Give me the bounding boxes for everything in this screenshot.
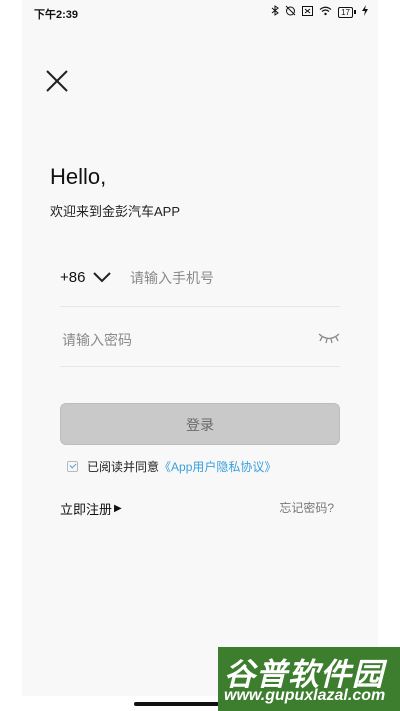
chevron-down-icon bbox=[93, 272, 111, 283]
charging-icon bbox=[362, 5, 368, 19]
greeting-title: Hello, bbox=[50, 164, 107, 189]
register-label: 立即注册 bbox=[60, 502, 113, 517]
login-button[interactable]: 登录 bbox=[60, 403, 340, 445]
privacy-agreement-link[interactable]: 《App用户隐私协议》 bbox=[159, 458, 276, 475]
login-screen: 下午2:39 17 Hello, 欢迎来到金彭汽车APP +86 请输入手机号 … bbox=[22, 0, 378, 696]
close-icon bbox=[46, 70, 68, 92]
status-time: 下午2:39 bbox=[34, 9, 79, 21]
status-bar: 下午2:39 17 bbox=[22, 0, 378, 26]
watermark-url: www.gupuxlazal.com bbox=[224, 687, 386, 704]
bluetooth-icon bbox=[271, 5, 279, 19]
phone-input[interactable] bbox=[128, 266, 332, 290]
agreement-text: 已阅读并同意 bbox=[87, 460, 160, 474]
close-button[interactable] bbox=[44, 68, 70, 94]
agreement-row: 已阅读并同意 《App用户隐私协议》 bbox=[67, 458, 276, 475]
register-link[interactable]: 立即注册 ▶ bbox=[60, 499, 122, 518]
alarm-off-icon bbox=[285, 5, 296, 19]
forgot-password-link[interactable]: 忘记密码? bbox=[279, 499, 334, 516]
greeting-subtitle: 欢迎来到金彭汽车APP bbox=[50, 204, 181, 219]
checkmark-icon bbox=[69, 461, 77, 469]
play-arrow-icon: ▶ bbox=[114, 503, 122, 514]
country-code[interactable]: +86 bbox=[60, 269, 85, 286]
battery-level: 17 bbox=[338, 6, 353, 18]
country-code-dropdown[interactable] bbox=[93, 270, 111, 283]
wifi-icon bbox=[319, 6, 332, 19]
watermark-logo: 谷普软件园 www.gupuxlazal.com bbox=[218, 647, 400, 711]
password-field-row bbox=[60, 318, 340, 367]
phone-field-row: +86 bbox=[60, 258, 340, 307]
status-icons: 17 bbox=[271, 5, 368, 19]
password-input[interactable] bbox=[60, 328, 294, 352]
eye-closed-icon bbox=[318, 333, 340, 344]
sim-icon bbox=[302, 5, 314, 19]
agreement-checkbox[interactable] bbox=[67, 461, 78, 472]
password-visibility-toggle[interactable] bbox=[318, 330, 340, 344]
battery-icon: 17 bbox=[338, 6, 356, 18]
